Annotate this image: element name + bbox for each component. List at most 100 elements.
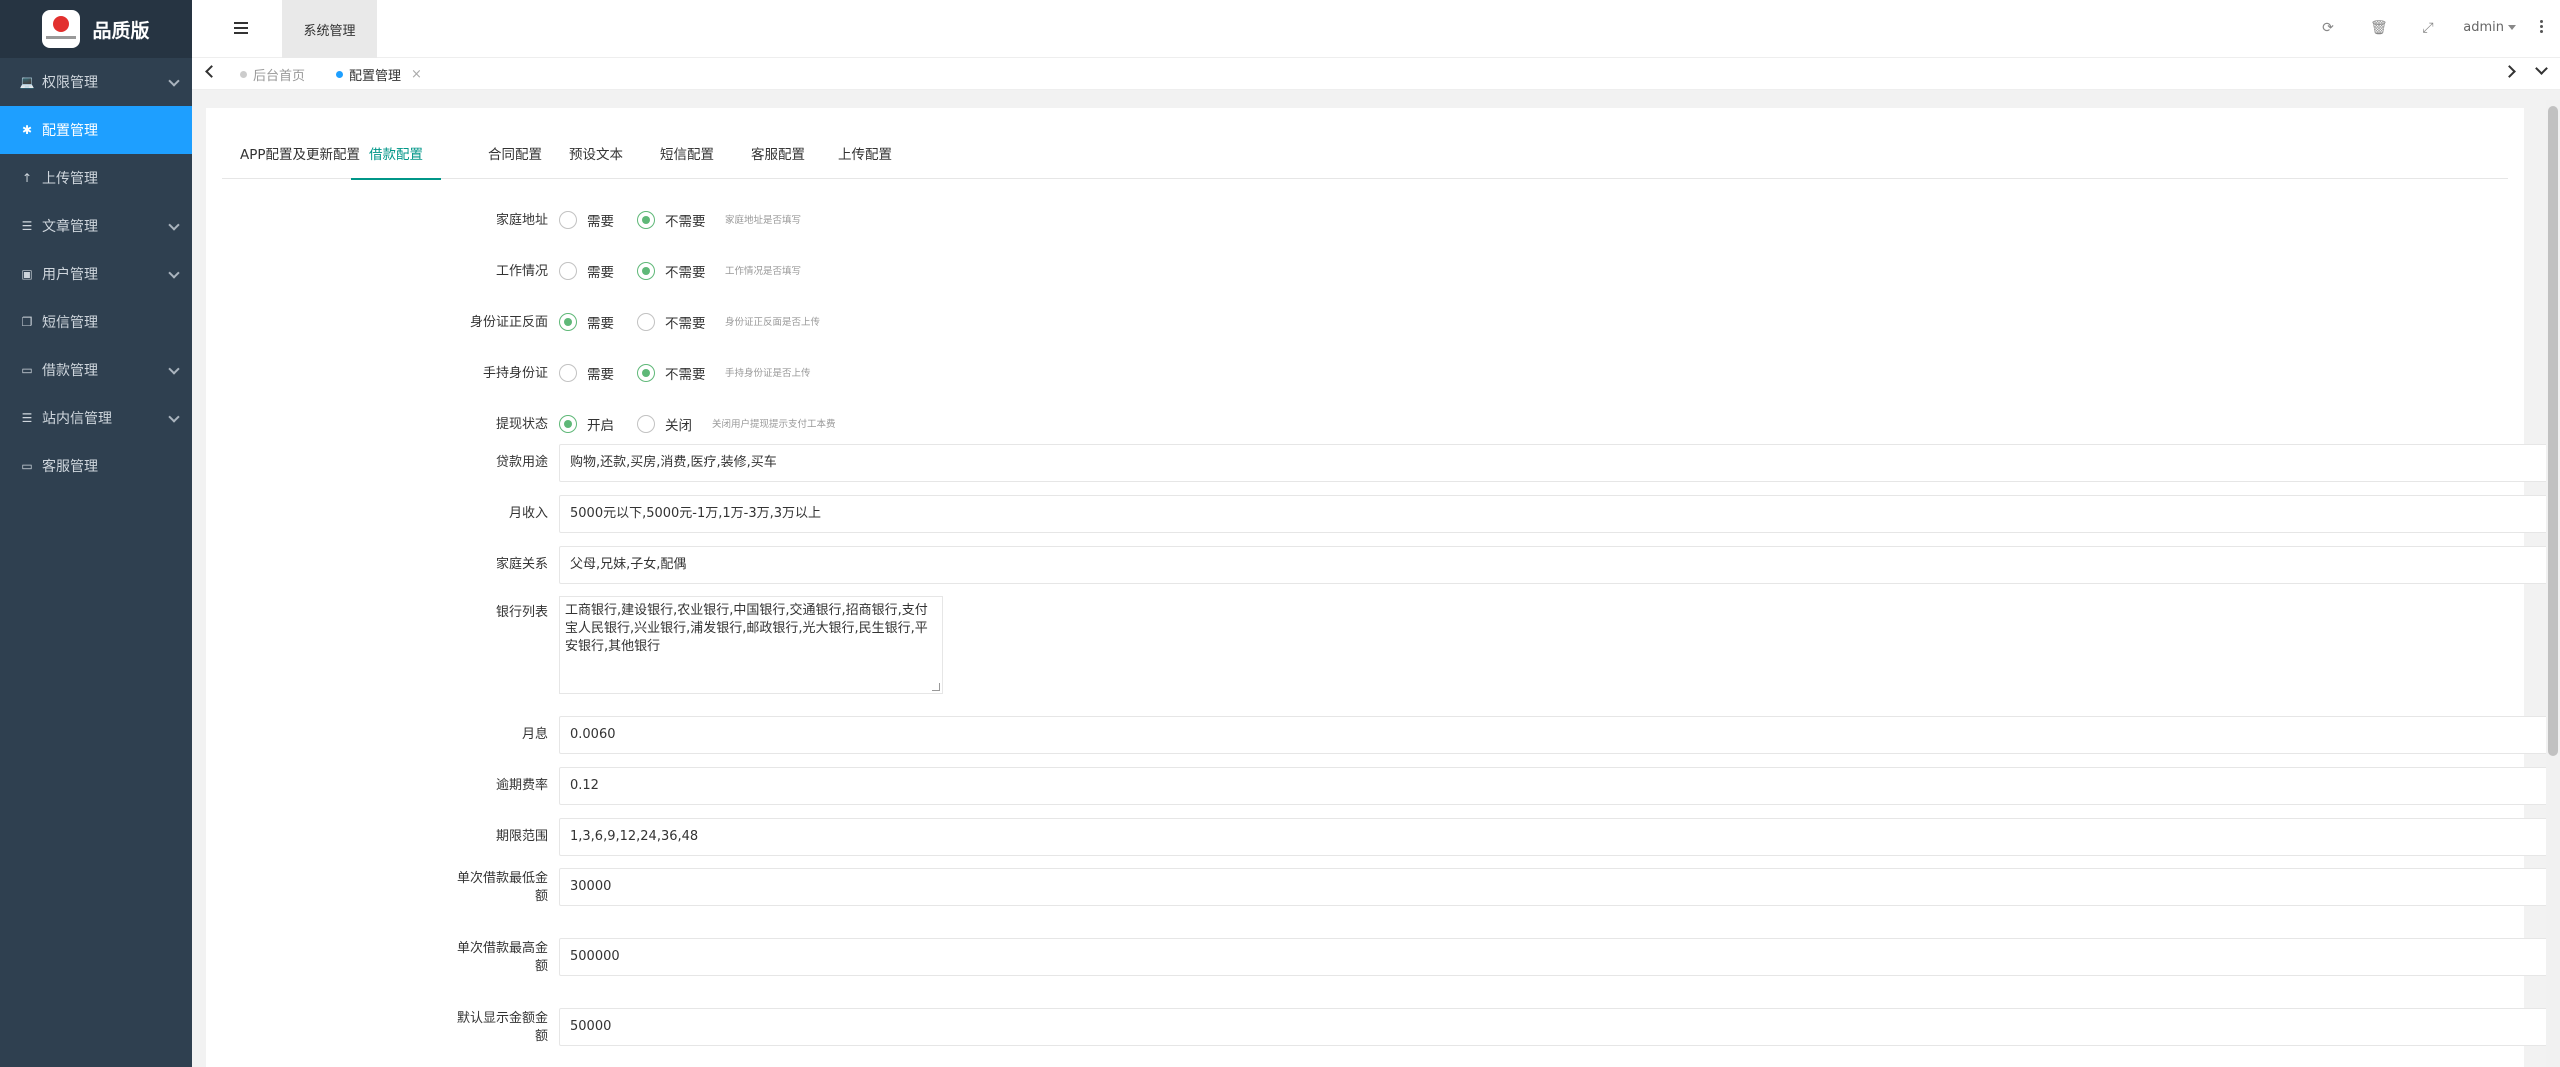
- form-row: 月息 0.0060: [222, 716, 2560, 754]
- text-input[interactable]: 0.12: [559, 767, 2560, 805]
- field-label: 月息: [521, 727, 548, 742]
- radio-circle-icon: [637, 364, 655, 382]
- field-hint: 关闭用户提现提示支付工本费: [712, 419, 836, 430]
- radio-circle-icon: [637, 313, 655, 331]
- text-input[interactable]: 0.0060: [559, 716, 2560, 754]
- sidebar-item-3[interactable]: ☰ 文章管理: [0, 202, 192, 250]
- field-hint: 工作情况是否填写: [725, 266, 802, 277]
- fullscreen-icon[interactable]: ⤢: [2420, 20, 2436, 36]
- text-input[interactable]: 父母,兄妹,子女,配偶: [559, 546, 2560, 584]
- radio-circle-icon: [559, 262, 577, 280]
- sidebar-item-1[interactable]: ✱ 配置管理: [0, 106, 192, 154]
- radio-option[interactable]: 不需要: [637, 261, 706, 281]
- radio-option[interactable]: 不需要: [637, 210, 706, 230]
- brand-title: 品质版: [92, 19, 150, 42]
- sidebar-item-label: 上传管理: [42, 171, 98, 187]
- bank-list-textarea[interactable]: 工商银行,建设银行,农业银行,中国银行,交通银行,招商银行,支付宝人民银行,兴业…: [559, 596, 943, 694]
- radio-option[interactable]: 需要: [559, 261, 614, 281]
- sidebar-item-label: 用户管理: [42, 267, 98, 283]
- field-hint: 家庭地址是否填写: [725, 215, 802, 226]
- user-menu[interactable]: admin: [2463, 20, 2516, 35]
- config-tab-3[interactable]: 预设文本: [551, 136, 641, 179]
- field-label: 银行列表: [495, 605, 548, 620]
- tab-dot-icon: [240, 70, 247, 78]
- field-hint: 身份证正反面是否上传: [725, 317, 821, 328]
- radio-label: 不需要: [665, 367, 706, 383]
- text-input[interactable]: 50000: [559, 1008, 2560, 1046]
- list-icon: ☰: [21, 219, 33, 233]
- close-icon[interactable]: ×: [411, 67, 422, 82]
- radio-option[interactable]: 关闭: [637, 414, 692, 434]
- text-input[interactable]: 500000: [559, 938, 2560, 976]
- radio-label: 不需要: [665, 214, 706, 230]
- config-tab-5[interactable]: 客服配置: [733, 136, 823, 179]
- scrollbar[interactable]: [2546, 100, 2560, 1067]
- config-tab-2[interactable]: 合同配置: [470, 136, 560, 179]
- config-tab-6[interactable]: 上传配置: [820, 136, 910, 179]
- radio-option[interactable]: 需要: [559, 210, 614, 230]
- radio-circle-icon: [559, 364, 577, 382]
- field-label: 贷款用途: [495, 455, 548, 470]
- tab-system-management[interactable]: 系统管理: [282, 0, 377, 58]
- form-row: 提现状态 开启 关闭 关闭用户提现提示支付工本费: [222, 412, 2484, 442]
- trash-icon[interactable]: 🗑: [2370, 20, 2388, 36]
- sidebar-item-5[interactable]: ❐ 短信管理: [0, 298, 192, 346]
- form-row: 月收入 5000元以下,5000元-1万,1万-3万,3万以上: [222, 495, 2560, 533]
- money-icon: ▭: [21, 363, 33, 377]
- scrollbar-thumb[interactable]: [2548, 106, 2558, 756]
- tab-label: 后台首页: [253, 68, 306, 84]
- field-label: 单次借款最低金额: [222, 870, 548, 906]
- chevron-down-icon: [168, 363, 180, 375]
- radio-option[interactable]: 开启: [559, 414, 614, 434]
- radio-option[interactable]: 不需要: [637, 312, 706, 332]
- radio-option[interactable]: 不需要: [637, 363, 706, 383]
- form-row: 期限范围 1,3,6,9,12,24,36,48: [222, 818, 2560, 856]
- top-header: 系统管理 ⟳ 🗑 ⤢ admin: [192, 0, 2560, 58]
- resize-handle-icon[interactable]: [932, 683, 940, 691]
- more-icon[interactable]: [2540, 20, 2544, 35]
- form-row: 家庭地址 需要 不需要 家庭地址是否填写: [222, 208, 2484, 238]
- text-input[interactable]: 5000元以下,5000元-1万,1万-3万,3万以上: [559, 495, 2560, 533]
- chevron-down-icon: [168, 219, 180, 231]
- field-hint: 手持身份证是否上传: [725, 368, 811, 379]
- sidebar-item-0[interactable]: 💻 权限管理: [0, 58, 192, 106]
- form-row: 手持身份证 需要 不需要 手持身份证是否上传: [222, 361, 2484, 391]
- field-label: 月收入: [508, 506, 548, 521]
- text-input[interactable]: 1,3,6,9,12,24,36,48: [559, 818, 2560, 856]
- form-row: 单次借款最高金额 500000: [222, 938, 2560, 982]
- config-tab-4[interactable]: 短信配置: [642, 136, 732, 179]
- sidebar-item-label: 站内信管理: [42, 411, 112, 427]
- sidebar-item-2[interactable]: ↑ 上传管理: [0, 154, 192, 202]
- chevron-down-icon: [168, 411, 180, 423]
- chevron-down-icon: [168, 75, 180, 87]
- tab-config[interactable]: 配置管理 ×: [336, 58, 422, 90]
- radio-circle-icon: [559, 211, 577, 229]
- tab-dot-icon: [336, 70, 343, 78]
- radio-option[interactable]: 需要: [559, 312, 614, 332]
- refresh-icon[interactable]: ⟳: [2320, 20, 2336, 36]
- tab-home[interactable]: 后台首页: [240, 58, 305, 90]
- sidebar-item-label: 借款管理: [42, 363, 98, 379]
- form-row: 银行列表 工商银行,建设银行,农业银行,中国银行,交通银行,招商银行,支付宝人民银…: [222, 596, 2484, 696]
- gear-icon: ✱: [21, 123, 33, 137]
- upload-icon: ↑: [21, 171, 33, 185]
- config-tab-1[interactable]: 借款配置: [351, 136, 441, 180]
- text-input[interactable]: 30000: [559, 868, 2560, 906]
- sidebar-item-7[interactable]: ☰ 站内信管理: [0, 394, 192, 442]
- tabs-dropdown-icon[interactable]: [2535, 62, 2548, 75]
- sidebar-item-6[interactable]: ▭ 借款管理: [0, 346, 192, 394]
- label-line: 额: [534, 959, 548, 974]
- sidebar-item-4[interactable]: ▣ 用户管理: [0, 250, 192, 298]
- tabs-prev-icon[interactable]: [205, 65, 218, 78]
- label-line: 默认显示金额金: [456, 1011, 548, 1026]
- sidebar-menu: 💻 权限管理 ✱ 配置管理 ↑ 上传管理 ☰ 文章管理 ▣ 用户管理 ❐ 短信管理 ▭ 借款管理 ☰ 站内信管…: [0, 58, 192, 490]
- tabs-next-icon[interactable]: [2503, 65, 2516, 78]
- menu-toggle-icon[interactable]: [234, 22, 248, 34]
- form-row: 工作情况 需要 不需要 工作情况是否填写: [222, 259, 2484, 289]
- radio-option[interactable]: 需要: [559, 363, 614, 383]
- field-label: 单次借款最高金额: [222, 940, 548, 976]
- field-label: 家庭关系: [495, 557, 548, 572]
- sidebar-item-8[interactable]: ▭ 客服管理: [0, 442, 192, 490]
- laptop-icon: 💻: [19, 75, 35, 89]
- text-input[interactable]: 购物,还款,买房,消费,医疗,装修,买车: [559, 444, 2560, 482]
